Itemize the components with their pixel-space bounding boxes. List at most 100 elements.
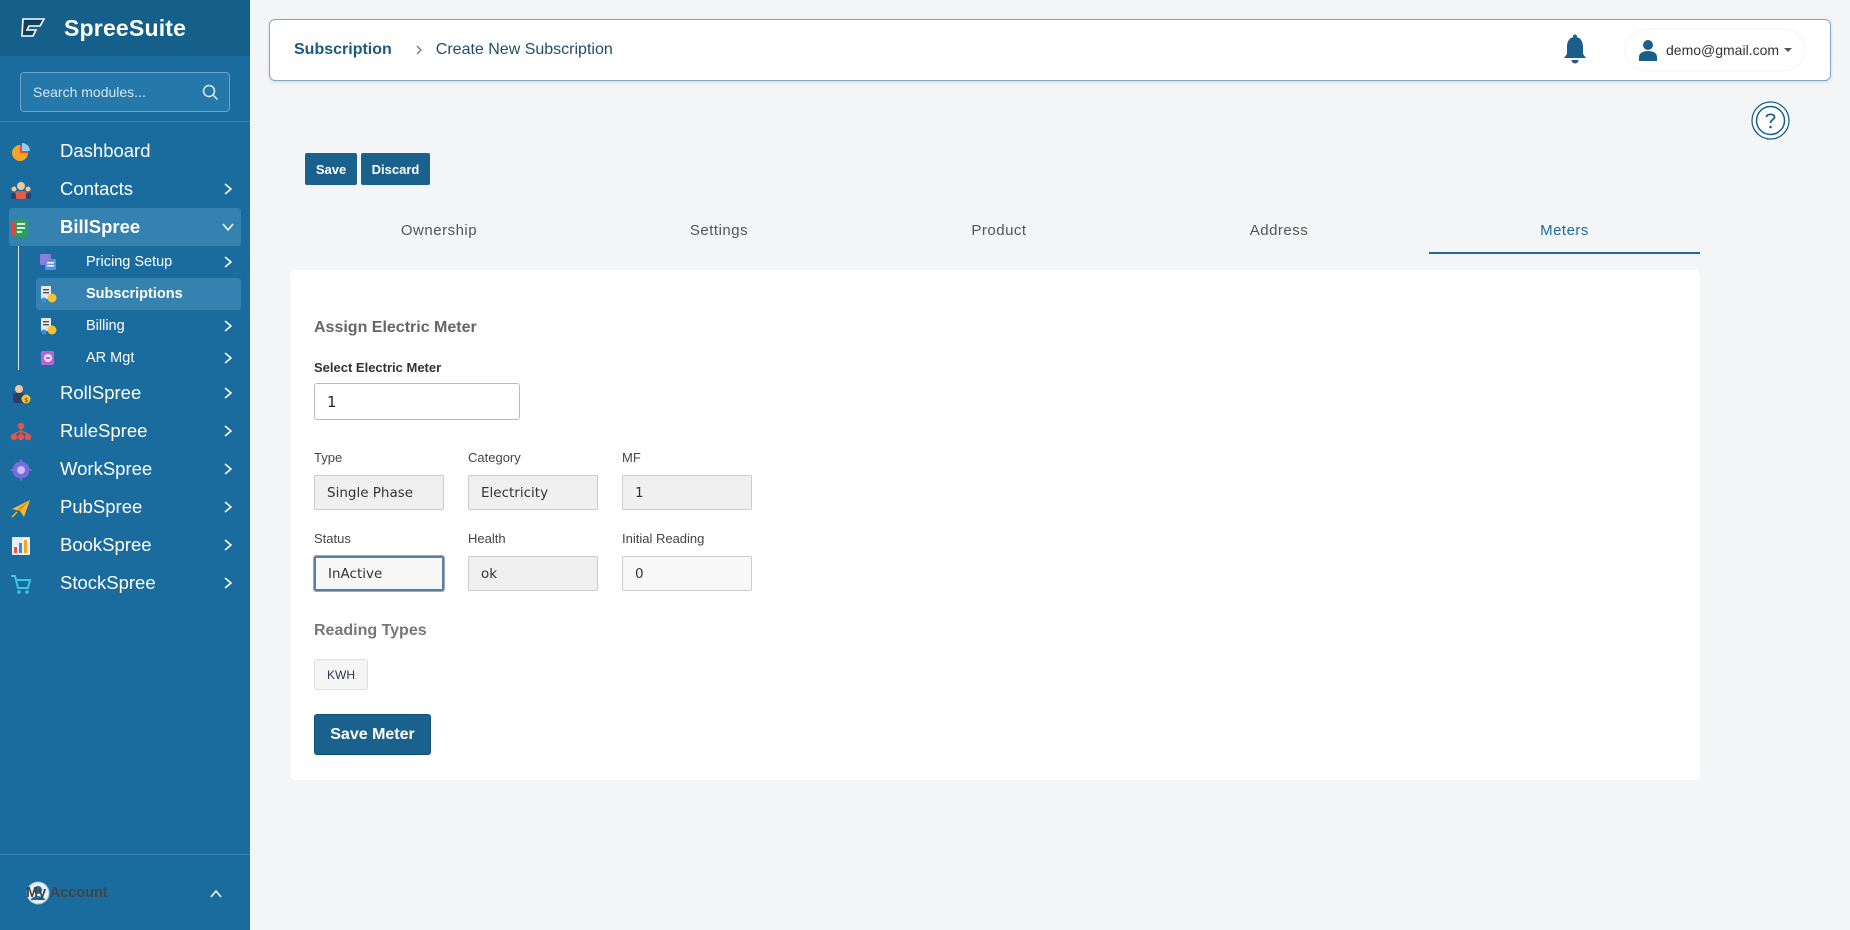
health-field[interactable]: ok	[468, 556, 598, 591]
sidebar-item-billing[interactable]: Billing	[0, 310, 250, 342]
sidebar-item-dashboard[interactable]: Dashboard	[0, 132, 250, 170]
search-icon[interactable]	[202, 84, 219, 101]
logo-icon	[21, 18, 46, 37]
sidebar-item-label: BookSpree	[60, 534, 152, 555]
chevron-down-icon	[222, 223, 234, 232]
search-input[interactable]	[21, 73, 229, 111]
sidebar-subitem-label: Pricing Setup	[86, 254, 173, 270]
sidebar-item-label: StockSpree	[60, 572, 156, 593]
sidebar-item-label: WorkSpree	[60, 458, 153, 479]
sidebar-item-label: RuleSpree	[60, 420, 148, 441]
sidebar-item-rulespree[interactable]: RuleSpree	[0, 412, 250, 450]
meters-card: Assign Electric Meter Select Electric Me…	[290, 270, 1700, 780]
sidebar-item-label: Dashboard	[60, 140, 151, 161]
billing-doc-icon	[11, 219, 28, 237]
tab-product[interactable]: Product	[859, 212, 1139, 254]
status-label: Status	[314, 531, 351, 546]
sidebar: SpreeSuite Dashboard	[0, 0, 250, 930]
sidebar-item-bookspree[interactable]: BookSpree	[0, 526, 250, 564]
sidebar-subitem-label: AR Mgt	[86, 350, 135, 366]
tab-address[interactable]: Address	[1139, 212, 1419, 254]
sidebar-subitem-label: Billing	[86, 318, 125, 334]
category-field[interactable]: Electricity	[468, 475, 598, 510]
sidebar-item-pubspree[interactable]: PubSpree	[0, 488, 250, 526]
book-chart-icon	[12, 537, 30, 555]
chevron-right-icon	[224, 256, 233, 268]
sidebar-item-pricing-setup[interactable]: Pricing Setup	[0, 246, 250, 278]
chevron-right-icon	[224, 425, 233, 437]
user-menu[interactable]: demo@gmail.com	[1626, 30, 1804, 70]
chevron-up-icon	[210, 889, 222, 898]
tab-settings[interactable]: Settings	[579, 212, 859, 254]
pricing-icon	[40, 254, 56, 270]
mf-label: MF	[622, 450, 641, 465]
user-icon	[1639, 40, 1657, 61]
chevron-right-icon	[224, 183, 233, 195]
rollspree-icon: $	[13, 385, 31, 404]
sidebar-item-rollspree[interactable]: $ RollSpree	[0, 374, 250, 412]
type-field[interactable]: Single Phase	[314, 475, 444, 510]
sidebar-item-ar-mgt[interactable]: AR Mgt	[0, 342, 250, 374]
paper-plane-icon	[11, 500, 30, 518]
chevron-right-icon	[224, 501, 233, 513]
reading-types-title: Reading Types	[314, 622, 427, 639]
my-account[interactable]: My Account	[0, 854, 250, 930]
status-field[interactable]: InActive	[313, 555, 445, 592]
sidebar-item-contacts[interactable]: Contacts	[0, 170, 250, 208]
initial-reading-field[interactable]: 0	[622, 556, 752, 591]
billing-icon	[41, 318, 57, 335]
save-button[interactable]: Save	[305, 153, 357, 185]
chevron-right-icon	[224, 539, 233, 551]
billspree-submenu: Pricing Setup Subscriptions Billing AR M…	[0, 246, 250, 374]
contacts-icon	[11, 182, 31, 199]
select-meter-input[interactable]: 1	[314, 383, 520, 420]
mf-field[interactable]: 1	[622, 475, 752, 510]
sidebar-nav: Dashboard Contacts BillSpree Pricing Set…	[0, 132, 250, 602]
sidebar-item-billspree[interactable]: BillSpree	[9, 208, 241, 246]
health-label: Health	[468, 531, 506, 546]
divider	[0, 121, 250, 122]
ar-management-icon	[41, 351, 54, 365]
chevron-right-icon	[416, 45, 422, 55]
top-header: Subscription Create New Subscription dem…	[269, 19, 1831, 81]
svg-text:$: $	[24, 397, 28, 404]
save-meter-button[interactable]: Save Meter	[314, 714, 431, 755]
sidebar-item-label: Contacts	[60, 178, 134, 199]
sidebar-item-workspree[interactable]: WorkSpree	[0, 450, 250, 488]
reading-type-chip[interactable]: KWH	[314, 659, 368, 690]
help-icon[interactable]	[1751, 101, 1790, 140]
sidebar-item-stockspree[interactable]: StockSpree	[0, 564, 250, 602]
breadcrumb-current: Create New Subscription	[435, 41, 613, 58]
sidebar-item-label: PubSpree	[60, 496, 143, 517]
chevron-right-icon	[224, 463, 233, 475]
chevron-right-icon	[224, 387, 233, 399]
sidebar-item-label: RollSpree	[60, 382, 142, 403]
tab-bar: Ownership Settings Product Address Meter…	[299, 212, 1700, 254]
tab-ownership[interactable]: Ownership	[299, 212, 579, 254]
chevron-right-icon	[224, 577, 233, 589]
chevron-right-icon	[224, 320, 233, 332]
breadcrumb-subscription[interactable]: Subscription	[294, 41, 392, 59]
workflow-gear-icon	[10, 459, 32, 481]
initial-reading-label: Initial Reading	[622, 531, 705, 546]
user-email: demo@gmail.com	[1666, 42, 1780, 58]
discard-button[interactable]: Discard	[361, 153, 430, 185]
bell-icon[interactable]	[1561, 34, 1589, 66]
tab-meters[interactable]: Meters	[1429, 212, 1700, 254]
app-name: SpreeSuite	[64, 14, 187, 41]
account-label: My Account	[26, 884, 108, 901]
caret-down-icon	[1784, 48, 1793, 52]
rulespree-icon	[10, 422, 32, 441]
subscriptions-icon	[41, 286, 57, 303]
module-search	[20, 72, 230, 112]
sidebar-subitem-label: Subscriptions	[86, 286, 183, 302]
category-label: Category	[468, 450, 521, 465]
chevron-right-icon	[224, 352, 233, 364]
pie-chart-icon	[12, 143, 30, 161]
sidebar-item-subscriptions[interactable]: Subscriptions	[36, 278, 241, 310]
brand[interactable]: SpreeSuite	[0, 0, 250, 56]
sidebar-item-label: BillSpree	[60, 216, 141, 237]
select-meter-label: Select Electric Meter	[314, 360, 442, 375]
section-title: Assign Electric Meter	[314, 319, 477, 336]
cart-icon	[11, 575, 32, 594]
